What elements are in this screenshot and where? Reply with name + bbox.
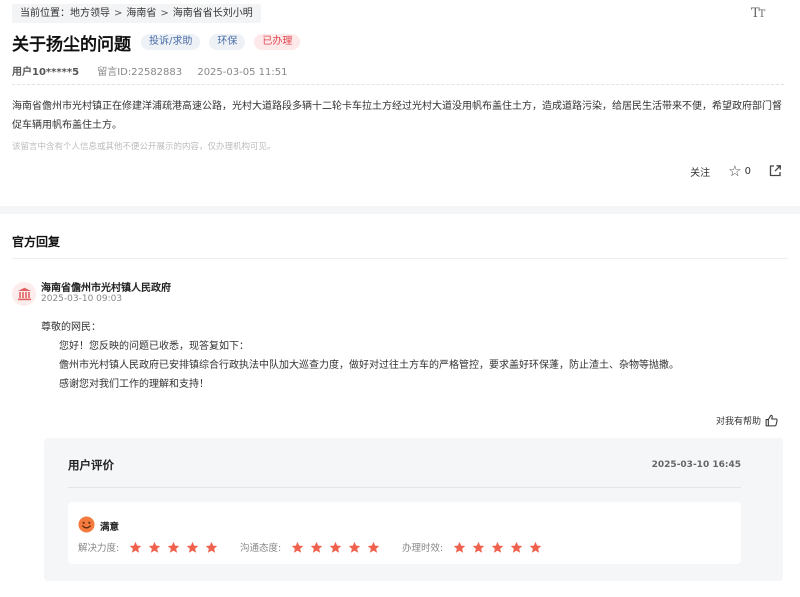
page-title: 关于扬尘的问题	[12, 34, 131, 55]
message-content: 海南省儋州市光村镇正在修建洋浦疏港高速公路，光村大道路段多辆十二轮卡车拉土方经过…	[12, 101, 782, 131]
star-icon	[186, 541, 199, 553]
star-icon	[453, 541, 466, 553]
helpful-button[interactable]: 对我有帮助	[716, 414, 778, 427]
breadcrumb: 当前位置：地方领导 > 海南省 > 海南省省长刘小明	[12, 4, 261, 23]
category-tag: 环保	[209, 34, 246, 50]
status-badge: 已办理	[254, 34, 301, 50]
share-icon[interactable]	[768, 164, 782, 178]
rating-timeliness: 办理时效:	[402, 540, 542, 554]
rating-label: 办理时效:	[402, 543, 444, 554]
rating-attitude: 沟通态度:	[240, 540, 380, 554]
breadcrumb-item-governor[interactable]: 海南省省长刘小明	[173, 4, 253, 23]
star-icon	[529, 541, 542, 553]
evaluation-title: 用户评价	[68, 458, 114, 472]
section-separator	[0, 206, 800, 214]
star-icon	[129, 541, 142, 553]
breadcrumb-separator: >	[114, 8, 123, 19]
divider	[12, 84, 784, 85]
star-icon[interactable]: ☆	[728, 163, 741, 179]
overall-rating-text: 满意	[100, 522, 120, 533]
rating-label: 沟通态度:	[240, 543, 282, 554]
rating-resolution: 解决力度:	[78, 540, 218, 554]
star-rating	[285, 541, 380, 554]
text-size-icon[interactable]: TT	[751, 6, 765, 21]
government-building-icon	[12, 282, 36, 306]
evaluation-details: 满意 解决力度: 沟通态度: 办理时效:	[68, 502, 741, 564]
smiley-face-icon	[78, 516, 95, 533]
star-icon	[205, 541, 218, 553]
official-reply-title: 官方回复	[12, 235, 61, 249]
star-icon	[348, 541, 361, 553]
privacy-notice: 该留言中含有个人信息或其他不便公开展示的内容，仅办理机构可见。	[12, 142, 276, 152]
star-icon	[310, 541, 323, 553]
message-meta: 用户10*****5 留言ID:22582883 2025-03-05 11:5…	[12, 63, 287, 78]
thumbs-up-icon	[765, 414, 778, 427]
star-icon	[367, 541, 380, 553]
star-icon	[472, 541, 485, 553]
star-rating	[447, 541, 542, 554]
reply-body: 尊敬的网民： 您好！您反映的问题已收悉，现答复如下： 儋州市光村镇人民政府已安排…	[41, 318, 679, 394]
reply-line: 感谢您对我们工作的理解和支持！	[59, 379, 209, 390]
star-icon	[148, 541, 161, 553]
helpful-label: 对我有帮助	[715, 417, 761, 427]
star-icon	[291, 541, 304, 553]
star-icon	[167, 541, 180, 553]
breadcrumb-item-local-leaders[interactable]: 地方领导	[70, 4, 110, 23]
star-icon	[510, 541, 523, 553]
type-tag: 投诉/求助	[141, 34, 201, 50]
user-name: 用户10*****5	[12, 67, 80, 78]
star-icon	[491, 541, 504, 553]
rating-label: 解决力度:	[78, 543, 120, 554]
evaluation-date: 2025-03-10 16:45	[651, 460, 741, 470]
divider	[12, 258, 788, 259]
message-id: 留言ID:22582883	[97, 67, 183, 78]
reply-line: 您好！您反映的问题已收悉，现答复如下：	[59, 341, 249, 352]
breadcrumb-separator: >	[160, 8, 169, 19]
star-count: 0	[744, 165, 751, 177]
star-rating	[123, 541, 218, 554]
follow-button[interactable]: 关注	[690, 164, 710, 179]
breadcrumb-prefix: 当前位置：	[20, 8, 70, 19]
title-row: 关于扬尘的问题 投诉/求助 环保 已办理	[12, 31, 301, 55]
reply-greeting: 尊敬的网民：	[41, 322, 101, 333]
breadcrumb-item-province[interactable]: 海南省	[126, 4, 156, 23]
message-datetime: 2025-03-05 11:51	[197, 67, 288, 78]
reply-date: 2025-03-10 09:03	[41, 294, 123, 304]
divider	[68, 487, 741, 488]
message-actions: 关注 ☆ 0	[690, 162, 782, 180]
reply-org-name: 海南省儋州市光村镇人民政府	[41, 283, 171, 294]
reply-line: 儋州市光村镇人民政府已安排镇综合行政执法中队加大巡查力度，做好对过往土方车的严格…	[59, 360, 679, 371]
user-evaluation-card: 用户评价 2025-03-10 16:45 满意 解决力度: 沟通态度: 办理时…	[44, 438, 783, 581]
star-icon	[329, 541, 342, 553]
